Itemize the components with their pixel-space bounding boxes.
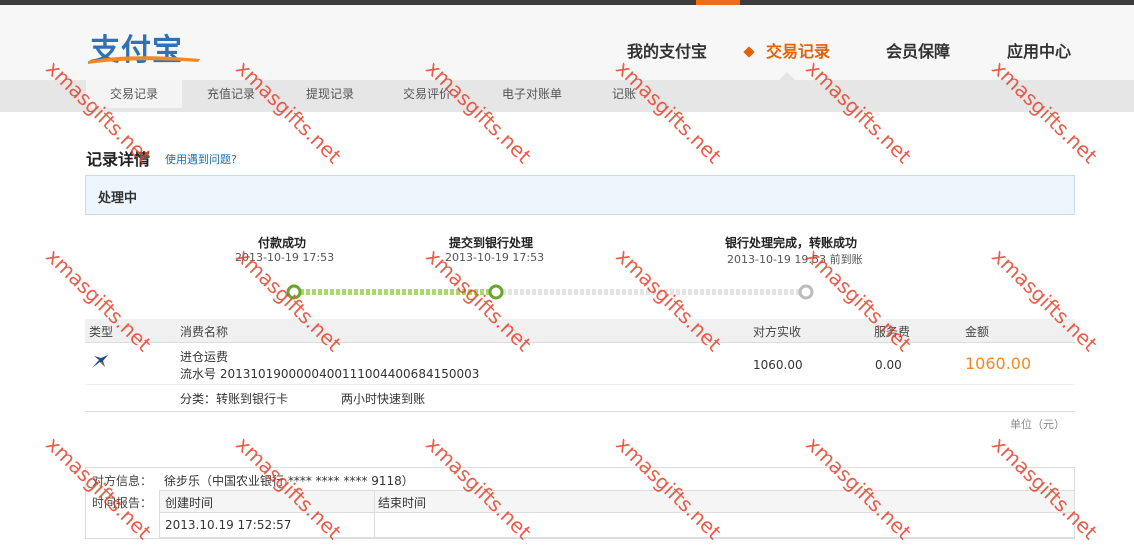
row-name: 进仓运费	[180, 350, 229, 364]
subnav-withdraw-records[interactable]: 提现记录	[306, 80, 354, 108]
counterparty-label: 对方信息：	[92, 474, 153, 488]
col-fee: 服务费	[874, 325, 911, 339]
subnav-transaction-records[interactable]: 交易记录	[86, 80, 183, 108]
nav-member-protection[interactable]: 会员保障	[886, 38, 950, 62]
subnav-recharge-records[interactable]: 充值记录	[207, 80, 255, 108]
row-speed: 两小时快速到账	[341, 392, 426, 406]
created-time-label: 创建时间	[165, 496, 214, 510]
step-3-node-icon	[798, 284, 814, 300]
step-3-title: 银行处理完成，转账成功	[725, 236, 858, 250]
row-fee: 0.00	[875, 358, 902, 372]
step-1-time: 2013-10-19 17:53	[235, 251, 335, 264]
transfer-swallow-icon	[92, 355, 108, 368]
step-1-title: 付款成功	[258, 236, 307, 250]
nav-caret-icon	[779, 72, 795, 80]
created-time-value: 2013.10.19 17:52:57	[165, 518, 292, 532]
table-header: 类型 消费名称 对方实收 服务费 金额	[85, 319, 1075, 343]
subnav-transaction-reviews[interactable]: 交易评价	[403, 80, 451, 108]
step-1-node-icon	[286, 284, 302, 300]
alipay-logo[interactable]: 支付宝	[86, 25, 202, 69]
progress-track	[286, 284, 814, 300]
row-category: 分类：转账到银行卡	[180, 392, 289, 406]
subnav-bookkeeping[interactable]: 记账	[612, 80, 636, 108]
header: 支付宝	[0, 5, 1134, 80]
time-report-header: 创建时间 结束时间	[160, 491, 1074, 513]
step-2-time: 2013-10-19 17:53	[445, 251, 545, 264]
time-report-divider	[374, 491, 375, 537]
counterparty-value: 徐步乐（中国农业银行 **** **** **** 9118）	[164, 474, 414, 488]
nav-transaction-records[interactable]: 交易记录	[766, 38, 830, 62]
nav-my-alipay[interactable]: 我的支付宝	[627, 38, 707, 62]
step-2-node-icon	[488, 284, 504, 300]
row-amount: 1060.00	[965, 354, 1032, 373]
info-box: 对方信息： 徐步乐（中国农业银行 **** **** **** 9118） 时间…	[85, 467, 1075, 539]
help-link[interactable]: 使用遇到问题?	[165, 151, 237, 167]
time-report-label: 时间报告：	[92, 496, 153, 510]
col-amount: 金额	[965, 325, 990, 339]
page-title: 记录详情	[86, 150, 151, 169]
row-serial: 流水号 2013101900000400111004400684150003	[180, 367, 480, 381]
col-type: 类型	[89, 325, 114, 339]
col-name: 消费名称	[180, 325, 229, 339]
step-3-time: 2013-10-19 19:53 前到账	[727, 253, 863, 266]
end-time-label: 结束时间	[378, 496, 427, 510]
step-2-title: 提交到银行处理	[449, 236, 534, 250]
logo-swoosh-icon	[88, 56, 200, 64]
row-received: 1060.00	[753, 358, 803, 372]
time-report-table: 创建时间 结束时间 2013.10.19 17:52:57	[159, 490, 1075, 538]
sub-nav: 交易记录 充值记录 提现记录 交易评价 电子对账单 记账	[0, 80, 1134, 112]
unit-label: 单位（元）	[1010, 418, 1065, 431]
nav-app-center[interactable]: 应用中心	[1007, 38, 1071, 62]
status-text: 处理中	[98, 191, 138, 206]
col-received: 对方实收	[753, 325, 802, 339]
table-row: 进仓运费 流水号 2013101900000400111004400684150…	[85, 344, 1075, 385]
category-row: 分类：转账到银行卡 两小时快速到账	[85, 386, 1075, 412]
subnav-e-statement[interactable]: 电子对账单	[502, 80, 562, 108]
status-banner: 处理中	[85, 175, 1075, 215]
